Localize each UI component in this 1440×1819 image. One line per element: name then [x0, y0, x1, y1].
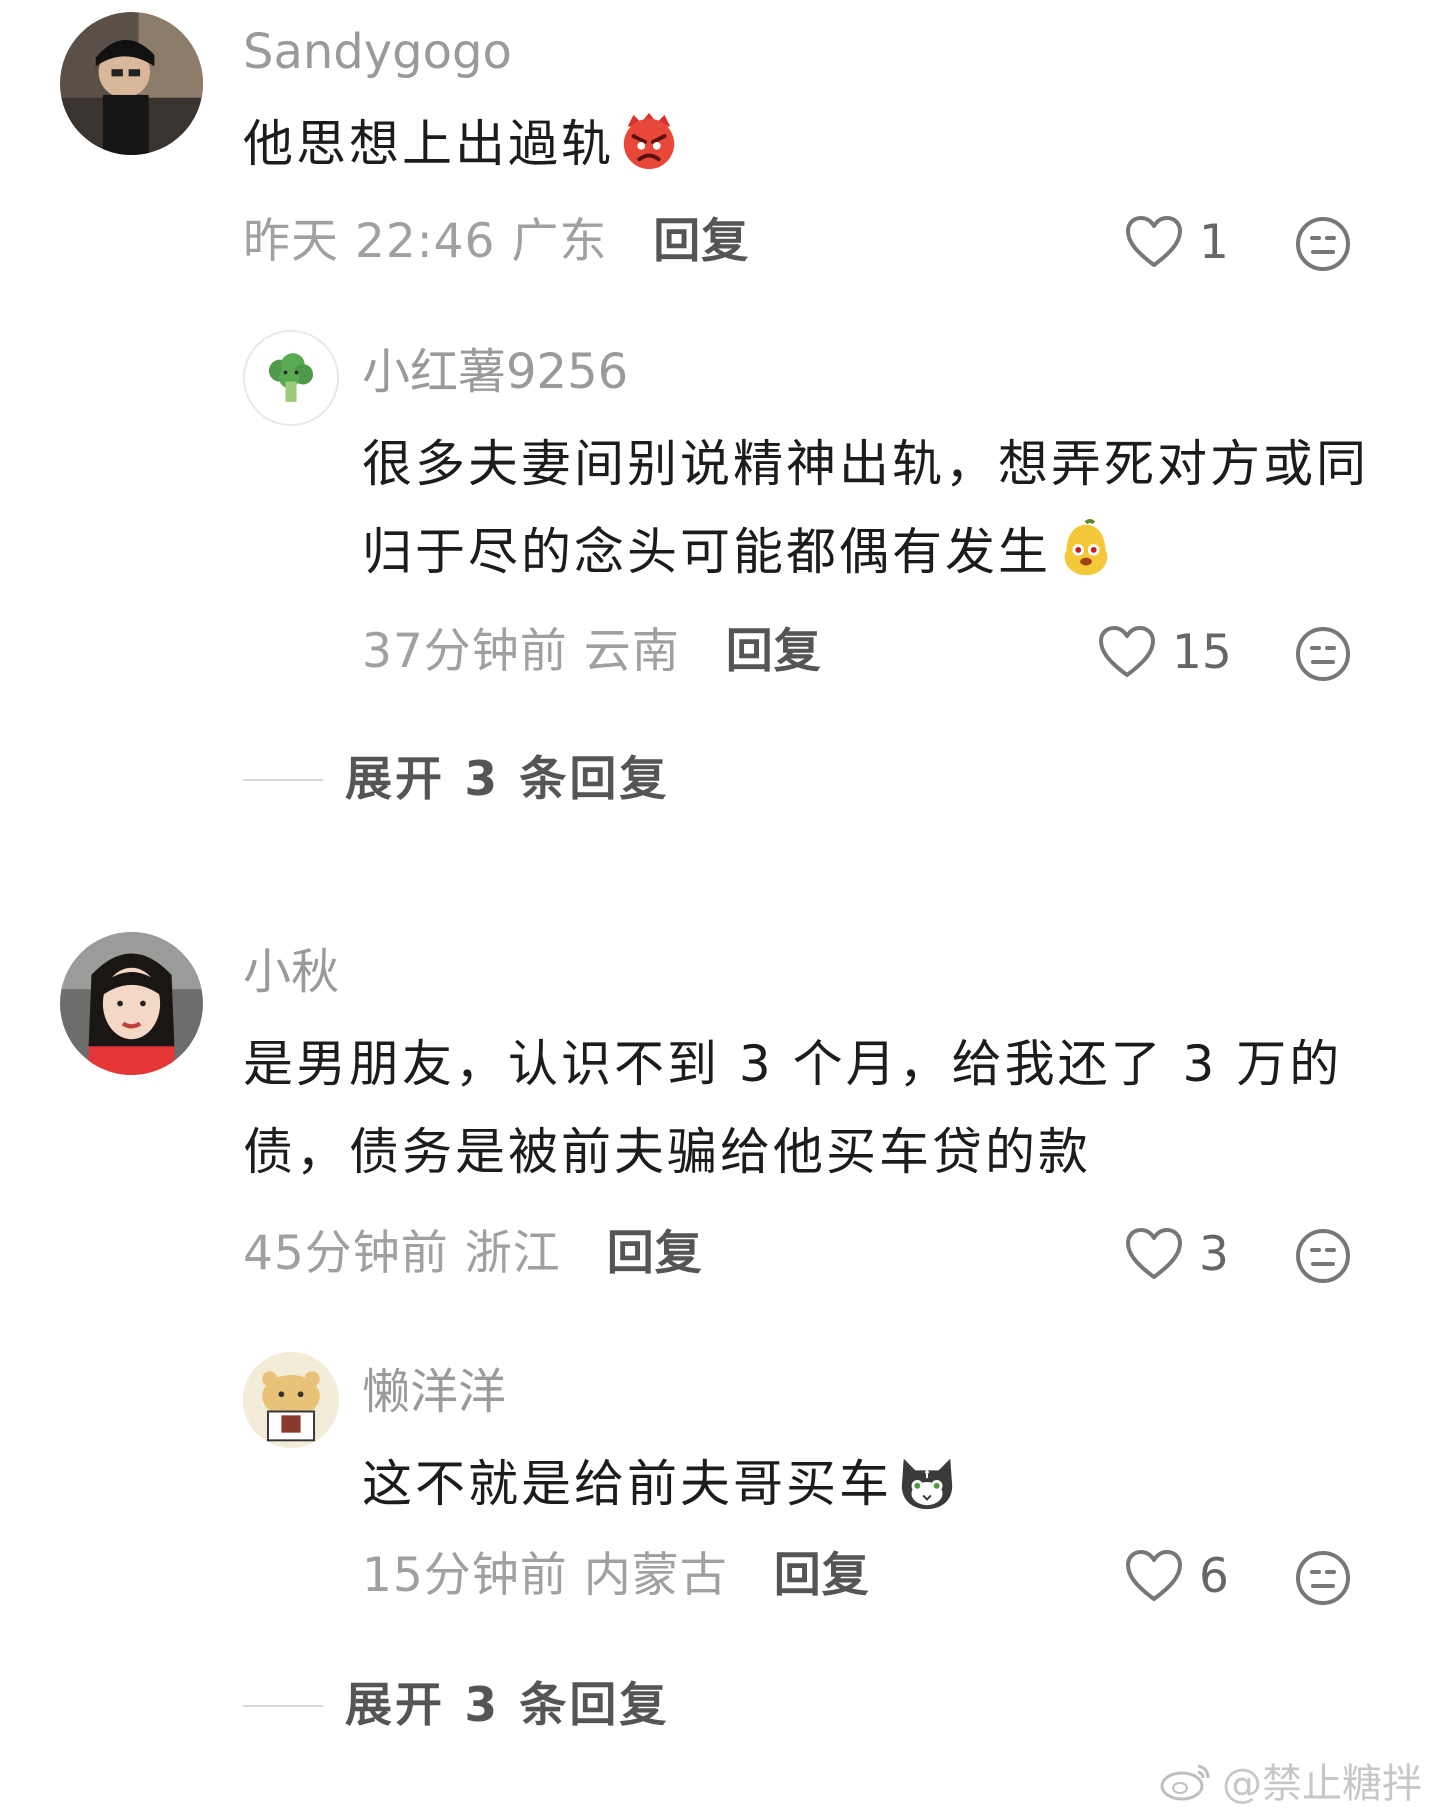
- neutral-face-icon: [1296, 1551, 1350, 1605]
- divider: [243, 1704, 323, 1707]
- heart-icon: [1126, 1550, 1182, 1601]
- weibo-logo-icon: [1160, 1764, 1210, 1801]
- timestamp: 15分钟前: [362, 1548, 568, 1603]
- dislike-button[interactable]: [1295, 1550, 1351, 1606]
- comment-meta: 15分钟前 内蒙古 回复: [362, 1552, 870, 1599]
- like-button[interactable]: 3: [1125, 1227, 1229, 1281]
- dislike-button[interactable]: [1295, 1228, 1351, 1284]
- heart-icon: [1126, 1228, 1182, 1279]
- avatar[interactable]: [243, 1352, 339, 1448]
- reply-button[interactable]: 回复: [774, 1548, 870, 1603]
- location: 浙江: [464, 1226, 561, 1281]
- watermark-text: @禁止糖拌: [1222, 1761, 1422, 1807]
- avatar[interactable]: [60, 932, 203, 1075]
- neutral-face-icon: [1296, 1229, 1350, 1283]
- like-count: 6: [1199, 1548, 1229, 1604]
- watermark: @禁止糖拌: [1158, 1751, 1422, 1809]
- location: 内蒙古: [583, 1548, 728, 1603]
- username[interactable]: 懒洋洋: [362, 1368, 506, 1416]
- reply-button[interactable]: 回复: [607, 1226, 703, 1281]
- timestamp: 45分钟前: [243, 1226, 449, 1281]
- comment-text: 这不就是给前夫哥买车: [362, 1440, 1372, 1528]
- comment-meta: 45分钟前 浙江 回复: [243, 1230, 703, 1277]
- cat-face-emoji: [896, 1449, 958, 1511]
- comment-text-body: 这不就是给前夫哥买车: [362, 1455, 892, 1513]
- comment-text: 是男朋友，认识不到 3 个月，给我还了 3 万的债，债务是被前夫骗给他买车贷的款: [243, 1020, 1373, 1196]
- comment: 小秋 是男朋友，认识不到 3 个月，给我还了 3 万的债，债务是被前夫骗给他买车…: [0, 0, 1440, 1819]
- comment-text-body: 是男朋友，认识不到 3 个月，给我还了 3 万的债，债务是被前夫骗给他买车贷的款: [243, 1035, 1343, 1181]
- expand-replies-label: 展开 3 条回复: [345, 1678, 670, 1733]
- like-count: 3: [1199, 1226, 1229, 1282]
- expand-replies[interactable]: 展开 3 条回复: [243, 1682, 669, 1729]
- username[interactable]: 小秋: [243, 948, 339, 996]
- like-button[interactable]: 6: [1125, 1549, 1229, 1603]
